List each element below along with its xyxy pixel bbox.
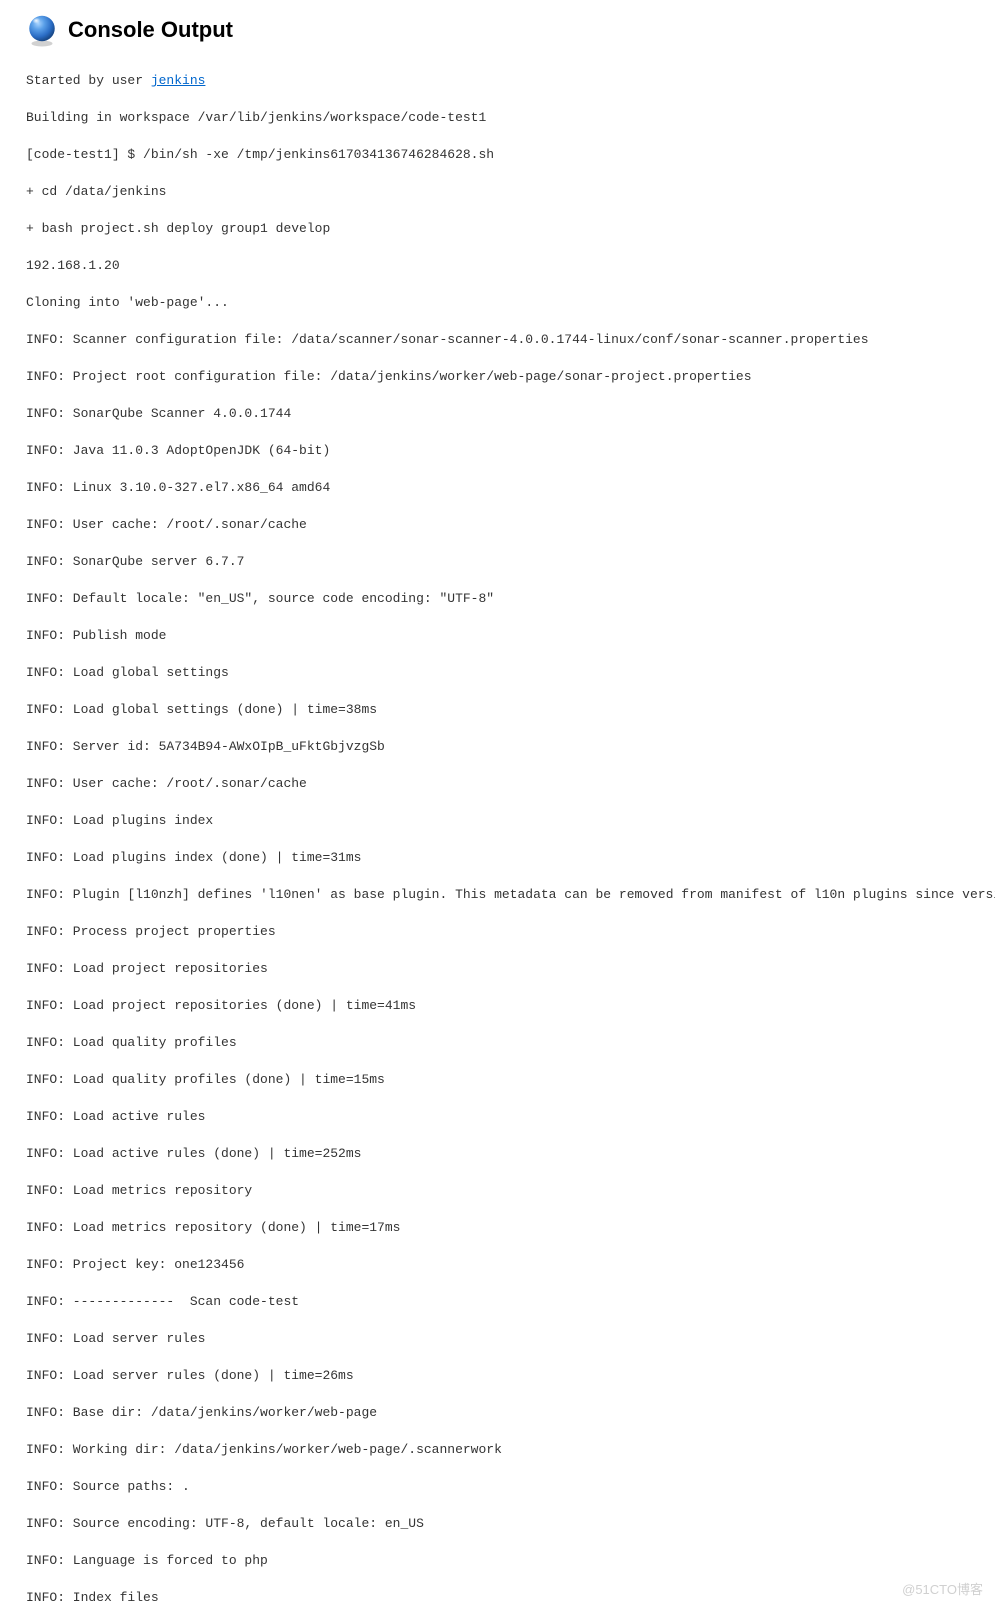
console-line: INFO: Load active rules bbox=[26, 1108, 995, 1127]
console-line: INFO: SonarQube server 6.7.7 bbox=[26, 553, 995, 572]
console-line: INFO: Source encoding: UTF-8, default lo… bbox=[26, 1515, 995, 1534]
console-line: INFO: Load metrics repository bbox=[26, 1182, 995, 1201]
console-line: INFO: Linux 3.10.0-327.el7.x86_64 amd64 bbox=[26, 479, 995, 498]
console-line: INFO: SonarQube Scanner 4.0.0.1744 bbox=[26, 405, 995, 424]
console-line: Cloning into 'web-page'... bbox=[26, 294, 995, 313]
console-line: INFO: Load active rules (done) | time=25… bbox=[26, 1145, 995, 1164]
console-line: INFO: Load quality profiles (done) | tim… bbox=[26, 1071, 995, 1090]
console-line: INFO: Project root configuration file: /… bbox=[26, 368, 995, 387]
console-line: INFO: Index files bbox=[26, 1589, 995, 1608]
console-line: INFO: Project key: one123456 bbox=[26, 1256, 995, 1275]
console-line: INFO: Load quality profiles bbox=[26, 1034, 995, 1053]
started-by-prefix: Started by user bbox=[26, 73, 151, 88]
console-line: + bash project.sh deploy group1 develop bbox=[26, 220, 995, 239]
console-line: INFO: Load plugins index bbox=[26, 812, 995, 831]
console-line: INFO: Base dir: /data/jenkins/worker/web… bbox=[26, 1404, 995, 1423]
watermark: @51CTO博客 bbox=[902, 1579, 983, 1598]
console-line: + cd /data/jenkins bbox=[26, 183, 995, 202]
console-output: Started by user jenkins Building in work… bbox=[24, 72, 995, 1608]
console-line: INFO: Working dir: /data/jenkins/worker/… bbox=[26, 1441, 995, 1460]
console-line: INFO: Default locale: "en_US", source co… bbox=[26, 590, 995, 609]
console-line: INFO: Java 11.0.3 AdoptOpenJDK (64-bit) bbox=[26, 442, 995, 461]
console-line: INFO: ------------- Scan code-test bbox=[26, 1293, 995, 1312]
console-line: INFO: Server id: 5A734B94-AWxOIpB_uFktGb… bbox=[26, 738, 995, 757]
console-line: INFO: Load server rules bbox=[26, 1330, 995, 1349]
console-line: INFO: Load global settings (done) | time… bbox=[26, 701, 995, 720]
console-line-started: Started by user jenkins bbox=[26, 72, 995, 91]
console-line: INFO: User cache: /root/.sonar/cache bbox=[26, 516, 995, 535]
console-line: INFO: Source paths: . bbox=[26, 1478, 995, 1497]
console-line: INFO: Load global settings bbox=[26, 664, 995, 683]
jenkins-user-link[interactable]: jenkins bbox=[151, 73, 206, 88]
console-line: INFO: User cache: /root/.sonar/cache bbox=[26, 775, 995, 794]
console-line: Building in workspace /var/lib/jenkins/w… bbox=[26, 109, 995, 128]
console-line: INFO: Scanner configuration file: /data/… bbox=[26, 331, 995, 350]
console-line: INFO: Publish mode bbox=[26, 627, 995, 646]
console-line: INFO: Load project repositories (done) |… bbox=[26, 997, 995, 1016]
console-line: [code-test1] $ /bin/sh -xe /tmp/jenkins6… bbox=[26, 146, 995, 165]
blue-ball-icon bbox=[24, 12, 60, 48]
page-title: Console Output bbox=[68, 17, 233, 43]
console-line: INFO: Process project properties bbox=[26, 923, 995, 942]
console-line: INFO: Load project repositories bbox=[26, 960, 995, 979]
console-line: INFO: Language is forced to php bbox=[26, 1552, 995, 1571]
console-line: 192.168.1.20 bbox=[26, 257, 995, 276]
console-line: INFO: Load server rules (done) | time=26… bbox=[26, 1367, 995, 1386]
console-line: INFO: Plugin [l10nzh] defines 'l10nen' a… bbox=[26, 886, 995, 905]
page-header: Console Output bbox=[24, 12, 995, 48]
console-line: INFO: Load metrics repository (done) | t… bbox=[26, 1219, 995, 1238]
